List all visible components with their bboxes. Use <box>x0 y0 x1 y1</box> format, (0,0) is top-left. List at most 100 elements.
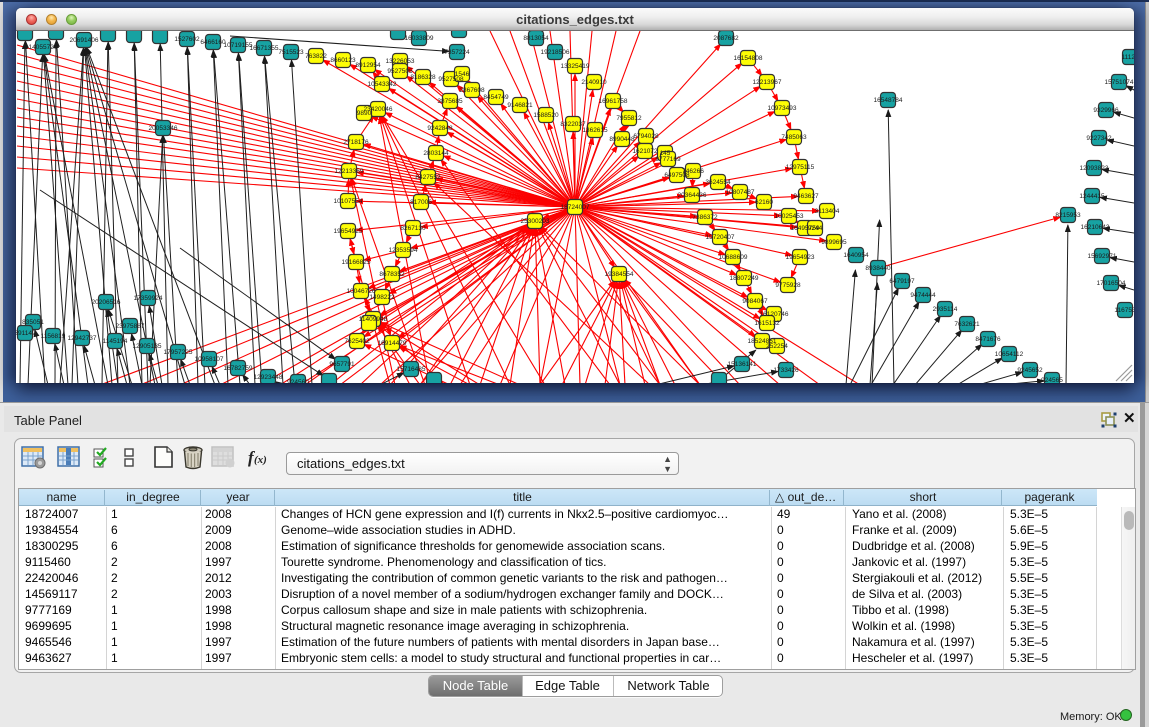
svg-text:252254: 252254 <box>766 343 788 350</box>
svg-text:2867608: 2867608 <box>459 87 485 94</box>
svg-text:9463627: 9463627 <box>793 193 819 200</box>
svg-text:16120746: 16120746 <box>760 311 789 318</box>
svg-text:391149: 391149 <box>16 330 36 337</box>
svg-text:8990448: 8990448 <box>609 136 635 143</box>
svg-text:9244: 9244 <box>808 225 823 232</box>
svg-text:15136141: 15136141 <box>728 361 757 368</box>
svg-text:1640954: 1640954 <box>843 252 869 259</box>
svg-text:3624554: 3624554 <box>705 179 731 186</box>
svg-text:9084067: 9084067 <box>742 298 768 305</box>
svg-text:9775928: 9775928 <box>775 282 801 289</box>
svg-text:7357224: 7357224 <box>444 49 470 56</box>
svg-text:817006: 817006 <box>410 199 432 206</box>
svg-text:16782759: 16782759 <box>224 365 253 372</box>
svg-text:9329966: 9329966 <box>1093 107 1119 114</box>
svg-text:8427552: 8427552 <box>415 174 441 181</box>
svg-text:12353594: 12353594 <box>389 247 418 254</box>
svg-text:924560: 924560 <box>287 379 309 383</box>
svg-text:116753: 116753 <box>1114 307 1134 314</box>
svg-text:15720407: 15720407 <box>706 234 735 241</box>
svg-text:16210643: 16210643 <box>1081 224 1110 231</box>
svg-text:19218506: 19218506 <box>541 49 570 56</box>
svg-text:9527505: 9527505 <box>387 68 413 75</box>
svg-text:9242848: 9242848 <box>427 125 453 132</box>
svg-text:8813054: 8813054 <box>523 35 549 42</box>
svg-text:17016504: 17016504 <box>1097 280 1126 287</box>
svg-text:16671355: 16671355 <box>250 45 279 52</box>
svg-text:62160: 62160 <box>755 199 773 206</box>
svg-text:3113404: 3113404 <box>815 208 840 215</box>
svg-text:20206516: 20206516 <box>92 299 121 306</box>
svg-text:10973493: 10973493 <box>768 105 797 112</box>
svg-text:2935114: 2935114 <box>933 306 958 313</box>
svg-text:10958107: 10958107 <box>195 356 224 363</box>
svg-text:12213369: 12213369 <box>335 168 364 175</box>
svg-text:2803144: 2803144 <box>423 150 449 157</box>
svg-text:10688609: 10688609 <box>719 254 748 261</box>
svg-text:13325419: 13325419 <box>561 63 590 70</box>
svg-text:20053346: 20053346 <box>149 125 178 132</box>
svg-text:10543342: 10543342 <box>368 81 397 88</box>
svg-text:11123: 11123 <box>1121 54 1134 61</box>
svg-text:16914479: 16914479 <box>378 340 407 347</box>
svg-text:(x): (x) <box>254 454 267 466</box>
svg-text:7386372: 7386372 <box>692 214 718 221</box>
svg-text:9245652: 9245652 <box>1017 367 1043 374</box>
svg-text:12905135: 12905135 <box>133 343 162 350</box>
svg-text:19654923: 19654923 <box>786 254 815 261</box>
svg-text:23975887: 23975887 <box>116 323 145 330</box>
svg-text:19384554: 19384554 <box>605 271 634 278</box>
svg-text:16154808: 16154808 <box>734 55 763 62</box>
svg-text:9474444: 9474444 <box>910 292 936 299</box>
svg-text:6466160: 6466160 <box>200 39 226 46</box>
svg-text:12975115: 12975115 <box>786 164 815 171</box>
svg-text:9657791: 9657791 <box>329 361 355 368</box>
svg-text:20691406: 20691406 <box>70 37 99 44</box>
svg-text:9227342: 9227342 <box>1086 135 1112 142</box>
svg-text:9890: 9890 <box>357 110 372 117</box>
svg-text:10719155: 10719155 <box>224 42 253 49</box>
svg-text:8215953: 8215953 <box>1055 212 1081 219</box>
svg-text:9899695: 9899695 <box>821 239 847 246</box>
svg-text:1498222: 1498222 <box>369 294 395 301</box>
svg-text:3875685: 3875685 <box>437 98 463 105</box>
svg-text:8912954: 8912954 <box>355 62 381 69</box>
svg-text:6479197: 6479197 <box>889 278 915 285</box>
svg-text:7485063: 7485063 <box>781 134 807 141</box>
svg-text:835051: 835051 <box>22 319 44 326</box>
svg-text:7625402: 7625402 <box>344 338 370 345</box>
svg-text:12213967: 12213967 <box>753 79 782 86</box>
svg-text:17957225: 17957225 <box>164 349 193 356</box>
svg-text:8454749: 8454749 <box>483 94 509 101</box>
svg-text:25300203: 25300203 <box>521 218 550 225</box>
svg-text:7632621: 7632621 <box>954 321 980 328</box>
svg-text:15751074: 15751074 <box>1105 79 1134 86</box>
svg-text:16548784: 16548784 <box>874 97 903 104</box>
svg-text:12923448: 12923448 <box>254 374 283 381</box>
svg-text:10025453: 10025453 <box>775 213 804 220</box>
svg-text:10107554: 10107554 <box>334 198 363 205</box>
svg-text:1244415: 1244415 <box>1079 193 1105 200</box>
svg-text:16033809: 16033809 <box>405 35 434 42</box>
svg-text:10654112: 10654112 <box>995 351 1024 358</box>
svg-text:8938440: 8938440 <box>865 265 891 272</box>
svg-text:6794028: 6794028 <box>633 133 659 140</box>
svg-text:8186328: 8186328 <box>410 74 436 81</box>
svg-text:8660123: 8660123 <box>330 57 356 64</box>
svg-text:18724007: 18724007 <box>561 204 590 211</box>
svg-text:1546: 1546 <box>455 71 470 78</box>
svg-text:12942737: 12942737 <box>68 335 97 342</box>
svg-text:2718176: 2718176 <box>343 139 369 146</box>
svg-text:9146821: 9146821 <box>507 102 533 109</box>
svg-text:9777169: 9777169 <box>655 156 681 163</box>
svg-text:1156819: 1156819 <box>41 333 66 340</box>
svg-text:15716485: 15716485 <box>397 366 426 373</box>
svg-text:14055721: 14055721 <box>29 44 58 51</box>
svg-text:7515523: 7515523 <box>278 49 304 56</box>
svg-text:11409948: 11409948 <box>359 316 388 323</box>
svg-text:7955812: 7955812 <box>616 115 642 122</box>
svg-text:10807487: 10807487 <box>726 189 755 196</box>
svg-text:13226053: 13226053 <box>386 58 415 65</box>
svg-text:8471676: 8471676 <box>975 336 1001 343</box>
svg-text:19654925: 19654925 <box>334 228 363 235</box>
